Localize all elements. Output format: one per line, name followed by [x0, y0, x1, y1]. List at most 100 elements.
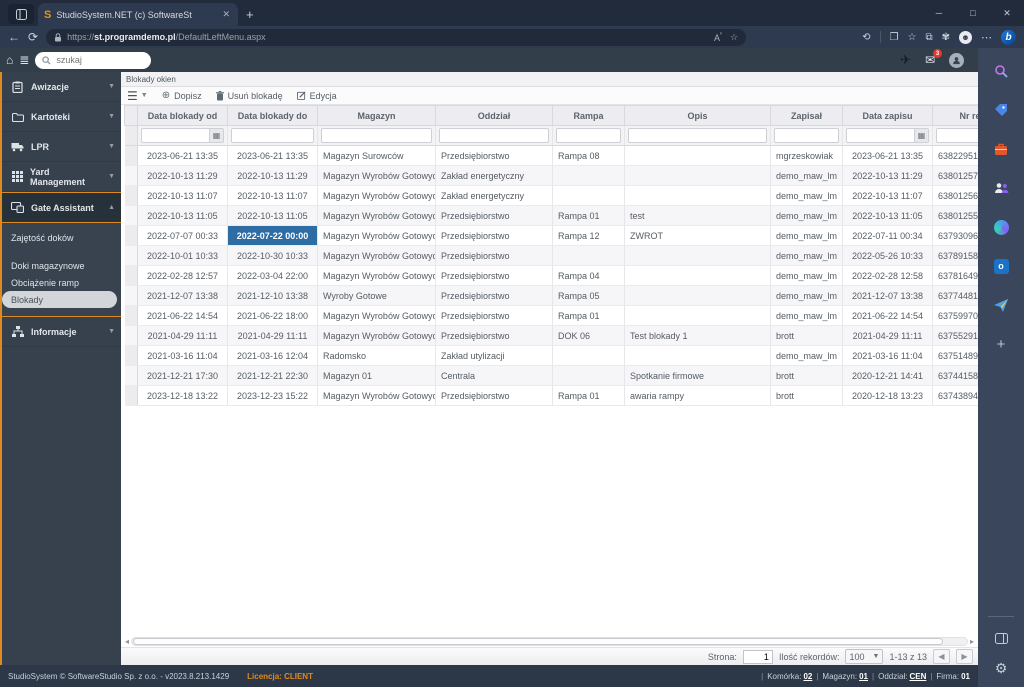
table-cell[interactable]: 2021-06-22 14:54	[137, 305, 228, 326]
table-cell[interactable]: 2022-10-13 11:05	[842, 205, 933, 226]
sidebar-item-lpr[interactable]: LPR ▼	[2, 132, 121, 162]
sidebar-search-icon[interactable]	[992, 62, 1010, 80]
table-cell[interactable]: Zakład utylizacji	[435, 345, 553, 366]
table-row[interactable]: 2021-12-21 17:30 2021-12-21 22:30 Magazyn …	[124, 365, 978, 386]
table-cell[interactable]: 2021-04-29 11:11	[842, 325, 933, 346]
row-selector-cell[interactable]	[124, 245, 138, 266]
column-header[interactable]: Oddział	[435, 105, 553, 126]
table-cell[interactable]	[552, 185, 625, 206]
table-cell[interactable]: Przedsiębiorstwo	[435, 145, 553, 166]
table-cell[interactable]: 2021-03-16 11:04	[842, 345, 933, 366]
column-header[interactable]: Magazyn	[317, 105, 436, 126]
table-cell[interactable]	[624, 285, 771, 306]
scroll-left-icon[interactable]: ◂	[125, 637, 129, 646]
table-row[interactable]: 2023-06-21 13:35 2023-06-21 13:35 Magazyn …	[124, 145, 978, 166]
table-cell[interactable]: demo_maw_lm	[770, 285, 843, 306]
table-cell[interactable]: Magazyn Wyrobów Gotowych	[317, 325, 436, 346]
table-cell[interactable]: 6380125592357	[932, 205, 978, 226]
add-button[interactable]: ⊕ Dopisz	[162, 90, 202, 101]
table-cell[interactable]: Przedsiębiorstwo	[435, 305, 553, 326]
table-cell[interactable]: Magazyn Wyrobów Gotowych	[317, 265, 436, 286]
table-cell[interactable]: 6378164986891	[932, 265, 978, 286]
table-cell[interactable]: Przedsiębiorstwo	[435, 265, 553, 286]
table-cell[interactable]: 2021-12-21 22:30	[227, 365, 318, 386]
table-cell[interactable]: Radomsko	[317, 345, 436, 366]
table-cell[interactable]: Rampa 12	[552, 225, 625, 246]
table-cell[interactable]: 2022-07-07 00:33	[137, 225, 228, 246]
table-cell[interactable]: Spotkanie firmowe	[624, 365, 771, 386]
table-cell[interactable]: Magazyn Wyrobów Gotowych	[317, 185, 436, 206]
table-cell[interactable]: 2023-06-21 13:35	[842, 145, 933, 166]
panel-icon[interactable]	[992, 629, 1010, 647]
status-segment-magazyn[interactable]: Magazyn: 01	[822, 672, 868, 681]
table-cell[interactable]: demo_maw_lm	[770, 305, 843, 326]
table-cell[interactable]: 2022-10-13 11:05	[137, 205, 228, 226]
collections-icon[interactable]: ⧉	[925, 32, 932, 43]
table-cell[interactable]: demo_maw_lm	[770, 345, 843, 366]
table-cell[interactable]: 2022-10-13 11:07	[842, 185, 933, 206]
table-cell[interactable]: 6375148944412	[932, 345, 978, 366]
mail-icon[interactable]: ✉ 3	[925, 49, 942, 67]
prev-page-button[interactable]: ◀	[933, 649, 950, 664]
table-cell[interactable]: Magazyn Wyrobów Gotowych	[317, 225, 436, 246]
calendar-icon[interactable]: ▦	[914, 129, 928, 142]
table-cell[interactable]	[624, 345, 771, 366]
favorites-icon[interactable]: ☆	[908, 32, 917, 43]
row-selector-cell[interactable]	[124, 265, 138, 286]
bing-logo-icon[interactable]: b	[1001, 29, 1016, 45]
status-segment-oddzia[interactable]: Oddział: CEN	[878, 672, 926, 681]
table-cell[interactable]: 6378915802635	[932, 245, 978, 266]
table-cell[interactable]: 6379309639793	[932, 225, 978, 246]
table-cell[interactable]: 637438945520	[932, 385, 978, 406]
table-cell[interactable]: 2022-10-01 10:33	[137, 245, 228, 266]
row-selector-cell[interactable]	[124, 345, 138, 366]
column-header[interactable]: Data blokady do	[227, 105, 318, 126]
table-cell[interactable]: Przedsiębiorstwo	[435, 325, 553, 346]
table-cell[interactable]: 2022-07-22 00:00	[227, 225, 318, 246]
table-cell[interactable]: 2021-04-29 11:11	[227, 325, 318, 346]
filter-input[interactable]	[440, 129, 548, 142]
table-cell[interactable]: ZWROT	[624, 225, 771, 246]
scroll-right-icon[interactable]: ▸	[970, 637, 974, 646]
more-menu-icon[interactable]: ⋯	[981, 31, 992, 44]
table-cell[interactable]: Rampa 05	[552, 285, 625, 306]
table-cell[interactable]: brott	[770, 365, 843, 386]
table-row[interactable]: 2023-12-18 13:22 2023-12-23 15:22 Magazyn …	[124, 385, 978, 406]
window-maximize-button[interactable]: □	[956, 0, 990, 26]
browser-tab[interactable]: S StudioSystem.NET (c) SoftwareSt ✕	[38, 3, 238, 26]
table-cell[interactable]	[624, 245, 771, 266]
table-cell[interactable]: test	[624, 205, 771, 226]
tag-icon[interactable]	[992, 101, 1010, 119]
refresh-icon[interactable]: ⟳	[28, 30, 38, 44]
table-row[interactable]: 2021-03-16 11:04 2021-03-16 12:04 Radomsko…	[124, 345, 978, 366]
settings-gear-icon[interactable]: ⚙	[992, 659, 1010, 677]
table-cell[interactable]: Magazyn Wyrobów Gotowych	[317, 305, 436, 326]
table-cell[interactable]: Przedsiębiorstwo	[435, 205, 553, 226]
table-cell[interactable]: 2022-10-13 11:07	[227, 185, 318, 206]
calendar-icon[interactable]: ▦	[209, 129, 223, 142]
table-cell[interactable]: 2023-06-21 13:35	[227, 145, 318, 166]
column-header[interactable]: Rampa	[552, 105, 625, 126]
table-cell[interactable]: 2021-12-07 13:38	[842, 285, 933, 306]
table-cell[interactable]: awaria rampy	[624, 385, 771, 406]
row-selector-cell[interactable]	[124, 205, 138, 226]
table-cell[interactable]: 6375529148899	[932, 325, 978, 346]
table-cell[interactable]: 2021-06-22 18:00	[227, 305, 318, 326]
table-cell[interactable]: 2022-10-13 11:29	[137, 165, 228, 186]
column-header[interactable]: Zapisał	[770, 105, 843, 126]
table-cell[interactable]: Rampa 04	[552, 265, 625, 286]
table-cell[interactable]: 2022-10-30 10:33	[227, 245, 318, 266]
scrollbar-thumb[interactable]	[133, 637, 943, 645]
status-segment-komrka[interactable]: Komórka: 02	[767, 672, 812, 681]
table-cell[interactable]: Przedsiębiorstwo	[435, 385, 553, 406]
table-cell[interactable]	[552, 345, 625, 366]
table-cell[interactable]	[552, 365, 625, 386]
shopping-icon[interactable]: ✾	[942, 32, 950, 43]
table-cell[interactable]: 2022-03-04 22:00	[227, 265, 318, 286]
office-icon[interactable]	[992, 140, 1010, 158]
table-cell[interactable]: Zakład energetyczny	[435, 165, 553, 186]
table-cell[interactable]: 2021-06-22 14:54	[842, 305, 933, 326]
table-cell[interactable]: Przedsiębiorstwo	[435, 285, 553, 306]
table-cell[interactable]: Magazyn Wyrobów Gotowych	[317, 205, 436, 226]
table-row[interactable]: 2022-10-01 10:33 2022-10-30 10:33 Magazyn …	[124, 245, 978, 266]
